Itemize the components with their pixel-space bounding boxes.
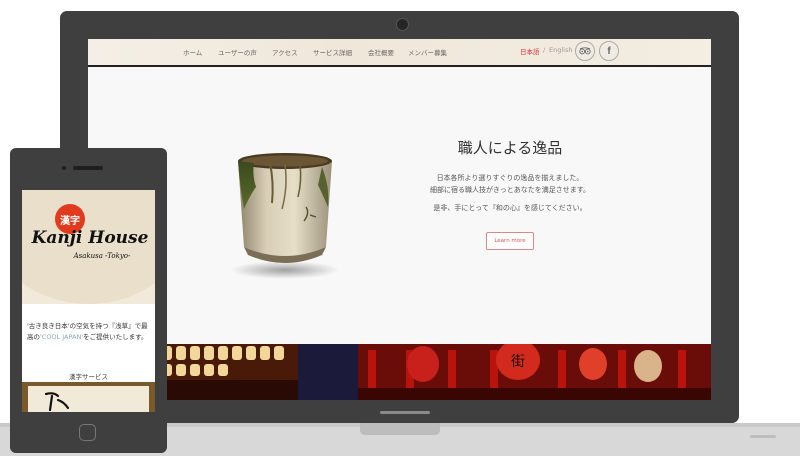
facebook-glyph: f [607, 45, 611, 57]
laptop-camera [396, 18, 409, 31]
hero-description-line-3: 是非、手にとって『和の心』を感じてください。 [433, 204, 587, 212]
lang-english-link[interactable]: English [549, 46, 572, 54]
laptop-screen: ホーム ユーザーの声 アクセス サービス詳細 会社概要 メンバー募集 日本語 /… [88, 39, 711, 400]
lang-separator: / [543, 46, 546, 54]
hero-description-line-1: 日本各所より選りすぐりの逸品を揃えました。 [436, 174, 584, 182]
laptop-side-slot [750, 435, 776, 438]
kanji-service-heading: 漢字サービス [69, 373, 108, 381]
kanji-service-image [22, 382, 155, 412]
tea-bowl-image [238, 153, 332, 263]
site-nav: ホーム ユーザーの声 アクセス サービス詳細 会社概要 メンバー募集 日本語 /… [88, 39, 711, 67]
nav-company[interactable]: 会社概要 [368, 47, 394, 57]
phone-screen: 漢字 Kanji House Asakusa -Tokyo- '古き良き日本'の… [22, 190, 155, 412]
kanji-seal-text: 漢字 [60, 215, 80, 227]
nav-user-voice[interactable]: ユーザーの声 [218, 47, 257, 57]
hero-title: 職人による逸品 [457, 139, 563, 157]
asakusa-tokyo-subtitle: Asakusa -Tokyo- [73, 252, 131, 260]
kanji-house-logo-text: Kanji House [31, 228, 149, 248]
nav-home[interactable]: ホーム [183, 47, 202, 57]
phone-intro-cool-japan: 'COOL JAPAN' [40, 333, 84, 341]
lang-japanese-link[interactable]: 日本語 [520, 46, 540, 56]
calligraphy-brush-icon [44, 392, 70, 412]
phone-home-button[interactable] [79, 424, 96, 441]
tripadvisor-icon[interactable] [575, 41, 595, 61]
nav-recruit[interactable]: メンバー募集 [408, 47, 447, 57]
laptop-bezel-indicator [380, 411, 430, 414]
phone-logo-header: 漢字 Kanji House Asakusa -Tokyo- [22, 190, 155, 304]
asakusa-lanterns-banner: 街 [88, 344, 711, 400]
hero-description-line-2: 細部に宿る職人技がきっとあなたを満足させます。 [429, 186, 591, 194]
laptop-hinge [360, 423, 440, 435]
phone-speaker [73, 166, 103, 170]
phone-intro-text: '古き良き日本'の空気を持つ『浅草』で最高の'COOL JAPAN'をご提供いた… [27, 321, 153, 343]
phone-camera [62, 166, 66, 170]
learn-more-button[interactable]: Learn more [486, 232, 534, 250]
phone-intro-part2: をご提供いたします。 [83, 333, 148, 341]
facebook-icon[interactable]: f [599, 41, 619, 61]
nav-access[interactable]: アクセス [272, 47, 298, 57]
nav-service-details[interactable]: サービス詳細 [313, 47, 352, 57]
svg-text:街: 街 [511, 354, 525, 370]
